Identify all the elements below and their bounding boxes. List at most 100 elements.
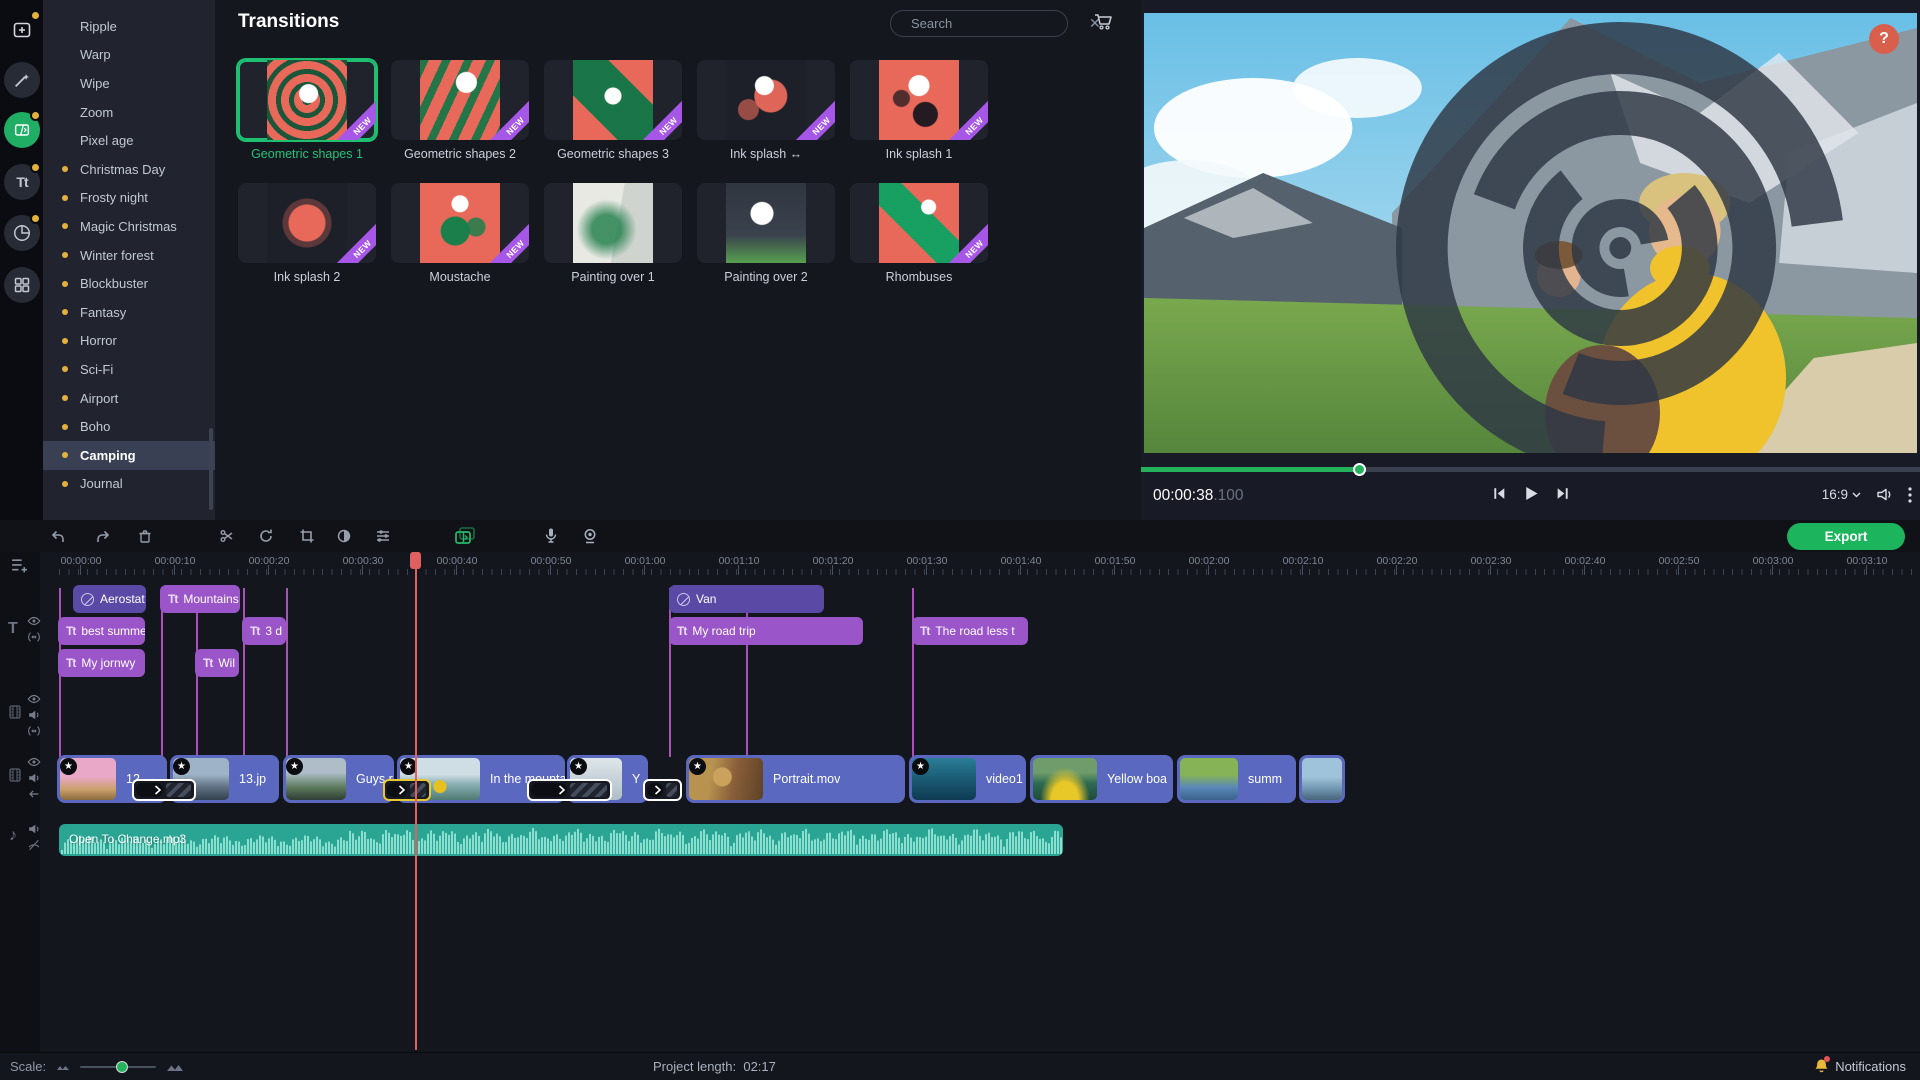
audio-track-mute-toggle[interactable] <box>27 822 41 836</box>
overlay-track-mute-toggle[interactable] <box>27 708 41 722</box>
category-item[interactable]: Horror <box>43 327 215 356</box>
zoom-out-mountains-icon[interactable] <box>56 1062 70 1071</box>
volume-button[interactable] <box>1875 486 1894 503</box>
video-clip[interactable]: ★ Portrait.mov <box>686 755 905 803</box>
transition-tile[interactable]: NEW Ink splash 1 <box>850 60 988 161</box>
zoom-in-mountains-icon[interactable] <box>166 1061 184 1072</box>
title-clip[interactable]: Tt My jornwy <box>58 649 145 677</box>
timeline-transition[interactable] <box>527 779 612 801</box>
category-item[interactable]: Zoom <box>43 98 215 127</box>
export-button[interactable]: Export <box>1787 523 1905 550</box>
import-button[interactable] <box>4 12 40 48</box>
audio-track-effects-toggle[interactable] <box>27 838 41 852</box>
category-item[interactable]: Blockbuster <box>43 269 215 298</box>
title-clip[interactable]: Tt My road trip <box>669 617 863 645</box>
title-clip[interactable]: Tt best summe <box>58 617 145 645</box>
category-item[interactable]: Ripple <box>43 12 215 41</box>
timeline-transition[interactable] <box>643 779 682 801</box>
title-clip[interactable]: Tt The road less t <box>912 617 1028 645</box>
category-label: Camping <box>80 448 136 463</box>
clip-link-connector <box>669 588 671 757</box>
category-item[interactable]: Wipe <box>43 69 215 98</box>
video-clip[interactable]: Yellow boa <box>1030 755 1173 803</box>
stickers-button[interactable] <box>4 215 40 251</box>
timeline-zoom-slider[interactable] <box>80 1066 156 1068</box>
transition-tile[interactable]: NEW Geometric shapes 3 <box>544 60 682 161</box>
timeline-transition[interactable] <box>383 779 431 801</box>
category-item[interactable]: Fantasy <box>43 298 215 327</box>
crop-button[interactable] <box>295 524 319 548</box>
transition-tile[interactable]: NEW Geometric shapes 2 <box>391 60 529 161</box>
video-clip[interactable]: summ <box>1177 755 1296 803</box>
transition-tile[interactable]: Painting over 1 <box>544 183 682 284</box>
category-item[interactable]: Pixel age <box>43 126 215 155</box>
category-item[interactable]: Frosty night <box>43 184 215 213</box>
title-clip[interactable]: Van <box>669 585 824 613</box>
transitions-button[interactable] <box>4 112 40 148</box>
timeline-ruler[interactable]: 00:00:0000:00:1000:00:2000:00:3000:00:40… <box>0 552 1920 578</box>
delete-button[interactable] <box>133 524 157 548</box>
previous-frame-button[interactable] <box>1490 485 1507 502</box>
transition-wizard-button[interactable] <box>453 524 477 548</box>
notifications-button[interactable]: Notifications <box>1814 1058 1906 1074</box>
search-input[interactable] <box>909 15 1089 32</box>
play-button[interactable] <box>1521 484 1540 503</box>
speaker-icon <box>27 822 41 836</box>
redo-button[interactable] <box>91 524 115 548</box>
more-tools-button[interactable] <box>4 267 40 303</box>
category-item[interactable]: Camping <box>43 441 215 470</box>
search-bar[interactable]: ✕ <box>890 10 1068 37</box>
transition-tile[interactable]: NEW Ink splash 2 <box>238 183 376 284</box>
zoom-slider-handle[interactable] <box>116 1061 128 1073</box>
category-item[interactable]: Warp <box>43 41 215 70</box>
record-webcam-button[interactable] <box>578 524 602 548</box>
transition-tile[interactable]: NEW Geometric shapes 1 <box>238 60 376 161</box>
store-cart-button[interactable] <box>1093 12 1115 32</box>
audio-clip[interactable]: Open To Change.mp3 <box>59 824 1063 856</box>
category-item[interactable]: Sci-Fi <box>43 355 215 384</box>
record-audio-button[interactable] <box>539 524 563 548</box>
title-clip[interactable]: Aerostat <box>73 585 146 613</box>
video-clip[interactable]: ★ video1 <box>909 755 1026 803</box>
filmstrip-icon <box>7 704 23 720</box>
title-track-visibility-toggle[interactable] <box>27 614 41 628</box>
transition-tile[interactable]: NEW Ink splash ↔ <box>697 60 835 161</box>
title-clip[interactable]: Tt Mountains <box>160 585 240 613</box>
transition-tile[interactable]: NEW Moustache <box>391 183 529 284</box>
title-clip[interactable]: Tt 3 d <box>242 617 286 645</box>
category-item[interactable]: Christmas Day <box>43 155 215 184</box>
timeline-transition[interactable] <box>132 779 196 801</box>
clip-properties-button[interactable] <box>371 524 395 548</box>
transition-tile[interactable]: NEW Rhombuses <box>850 183 988 284</box>
title-clip-label: 3 d <box>265 624 282 638</box>
playhead-handle[interactable] <box>410 552 421 569</box>
split-button[interactable] <box>215 524 239 548</box>
category-item[interactable]: Journal <box>43 470 215 499</box>
category-item[interactable]: Magic Christmas <box>43 212 215 241</box>
overlay-track-link-toggle[interactable] <box>27 724 41 738</box>
video-clip[interactable]: ★ Guys.r <box>283 755 394 803</box>
color-adjustments-button[interactable] <box>332 524 356 548</box>
filters-button[interactable] <box>4 62 40 98</box>
category-scrollbar[interactable] <box>209 428 213 510</box>
help-button[interactable]: ? <box>1869 24 1899 54</box>
transition-tile[interactable]: Painting over 2 <box>697 183 835 284</box>
video-track-icon <box>7 767 23 783</box>
title-clip[interactable]: Tt Wil <box>195 649 239 677</box>
undo-button[interactable] <box>46 524 70 548</box>
titles-button[interactable]: Tt <box>4 164 40 200</box>
category-item[interactable]: Airport <box>43 384 215 413</box>
next-frame-button[interactable] <box>1554 485 1571 502</box>
video-clip[interactable] <box>1299 755 1345 803</box>
aspect-ratio-dropdown[interactable]: 16:9 <box>1822 487 1861 502</box>
transition-b-side <box>570 783 607 797</box>
video-track-visibility-toggle[interactable] <box>27 755 41 769</box>
overlay-track-visibility-toggle[interactable] <box>27 692 41 706</box>
more-options-button[interactable] <box>1908 487 1912 503</box>
video-track-collapse-button[interactable] <box>27 787 41 801</box>
video-track-mute-toggle[interactable] <box>27 771 41 785</box>
rotate-button[interactable] <box>254 524 278 548</box>
category-item[interactable]: Winter forest <box>43 241 215 270</box>
title-track-sync-toggle[interactable] <box>27 630 41 644</box>
category-item[interactable]: Boho <box>43 412 215 441</box>
